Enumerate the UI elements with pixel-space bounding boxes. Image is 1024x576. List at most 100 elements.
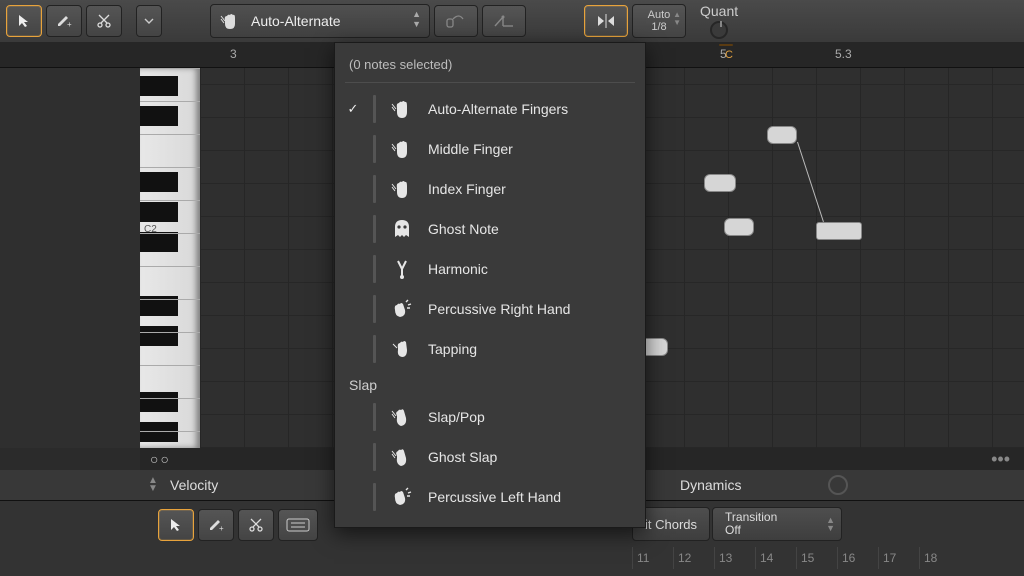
articulation-menu: (0 notes selected) ✓ Auto-Alternate Finge…: [334, 42, 646, 528]
menu-item[interactable]: Percussive Right Hand: [335, 289, 645, 329]
quantize-knob[interactable]: [710, 21, 728, 39]
clap-icon: [388, 295, 416, 323]
hand-icon: [388, 175, 416, 203]
midi-note[interactable]: [724, 218, 754, 236]
category-stripe: [373, 443, 376, 471]
category-stripe: [373, 95, 376, 123]
menu-item-label: Tapping: [428, 341, 631, 357]
chevron-updown-icon: ▲▼: [412, 9, 421, 29]
dynamics-knob[interactable]: [828, 475, 848, 495]
menu-item[interactable]: Tapping: [335, 329, 645, 369]
pointer-tool-button[interactable]: [6, 5, 42, 37]
piano-keys[interactable]: [140, 68, 200, 448]
more-icon[interactable]: •••: [991, 449, 1010, 470]
toolbar-expand-button[interactable]: [136, 5, 162, 37]
zoom-indicator[interactable]: ○○: [150, 451, 171, 467]
transition-value: Off: [725, 524, 829, 537]
menu-item[interactable]: Harmonic: [335, 249, 645, 289]
loop-marker[interactable]: C: [719, 44, 733, 46]
lane-collapse-toggle[interactable]: ▲▼: [148, 477, 158, 493]
ruler-tick: 5.3: [835, 47, 852, 61]
svg-text:+: +: [219, 524, 224, 533]
menu-item-label: Slap/Pop: [428, 409, 631, 425]
menu-item-label: Auto-Alternate Fingers: [428, 101, 631, 117]
quantize-control[interactable]: Quant: [700, 3, 738, 39]
menu-item[interactable]: Percussive Left Hand: [335, 477, 645, 517]
hand-icon: [388, 135, 416, 163]
hand-icon: [219, 10, 241, 32]
clap-icon: [388, 483, 416, 511]
scissors-tool-button-lower[interactable]: [238, 509, 274, 541]
note-tool-a[interactable]: [434, 5, 478, 37]
menu-item-label: Middle Finger: [428, 141, 631, 157]
category-stripe: [373, 135, 376, 163]
menu-item[interactable]: Middle Finger: [335, 129, 645, 169]
menu-item-label: Index Finger: [428, 181, 631, 197]
tick: 15: [796, 547, 837, 569]
snap-toggle-button[interactable]: [584, 5, 628, 37]
ghost-icon: [388, 215, 416, 243]
chevron-updown-icon: ▲▼: [826, 516, 835, 532]
midi-note[interactable]: [704, 174, 736, 192]
pointer-tool-button-lower[interactable]: [158, 509, 194, 541]
bottom-ruler: 11 12 13 14 15 16 17 18: [632, 547, 984, 569]
loop-marker-label: C: [725, 49, 733, 61]
key-label-c2: C2: [144, 224, 157, 235]
articulation-dropdown-label: Auto-Alternate: [251, 13, 341, 29]
ruler-tick: 3: [230, 47, 237, 61]
tick: 16: [837, 547, 878, 569]
menu-item-label: Percussive Left Hand: [428, 489, 631, 505]
menu-item[interactable]: Index Finger: [335, 169, 645, 209]
note-connector: [797, 142, 824, 222]
menu-section-slap: Slap: [335, 369, 645, 397]
keyboard-tool-button[interactable]: [278, 509, 318, 541]
menu-item-label: Ghost Note: [428, 221, 631, 237]
menu-item[interactable]: Slap/Pop: [335, 397, 645, 437]
articulation-dropdown[interactable]: Auto-Alternate ▲▼: [210, 4, 430, 38]
chevron-updown-icon: ▲▼: [673, 11, 681, 27]
slap-icon: [388, 403, 416, 431]
check-icon: ✓: [345, 101, 361, 117]
fork-icon: [388, 255, 416, 283]
category-stripe: [373, 483, 376, 511]
menu-item-label: Percussive Right Hand: [428, 301, 631, 317]
menu-item-label: Harmonic: [428, 261, 631, 277]
slap-icon: [388, 443, 416, 471]
menu-item[interactable]: Ghost Note: [335, 209, 645, 249]
menu-divider: [345, 82, 635, 83]
hand-icon: [388, 95, 416, 123]
pencil-tool-button[interactable]: +: [46, 5, 82, 37]
category-stripe: [373, 295, 376, 323]
category-stripe: [373, 255, 376, 283]
category-stripe: [373, 175, 376, 203]
menu-item[interactable]: Ghost Slap: [335, 437, 645, 477]
transition-selector[interactable]: Transition Off ▲▼: [712, 507, 842, 541]
svg-text:+: +: [67, 20, 72, 29]
menu-item-label: Ghost Slap: [428, 449, 631, 465]
velocity-lane-label[interactable]: Velocity: [170, 477, 218, 493]
tick: 17: [878, 547, 919, 569]
note-tool-b[interactable]: [482, 5, 526, 37]
quantize-label: Quant: [700, 3, 738, 19]
category-stripe: [373, 215, 376, 243]
ruler-gutter: [0, 42, 200, 68]
midi-note[interactable]: [767, 126, 797, 144]
category-stripe: [373, 335, 376, 363]
tick: 13: [714, 547, 755, 569]
midi-note[interactable]: [816, 222, 862, 240]
scissors-tool-button[interactable]: [86, 5, 122, 37]
tick: 12: [673, 547, 714, 569]
chords-tab-label: it Chords: [645, 517, 697, 532]
menu-header: (0 notes selected): [335, 53, 645, 82]
snap-mode-label: Auto: [648, 9, 671, 21]
top-toolbar: + Auto-Alternate ▲▼ Auto 1/8 ▲▼ Quant: [0, 0, 1024, 42]
category-stripe: [373, 403, 376, 431]
tick: 14: [755, 547, 796, 569]
dynamics-lane-label[interactable]: Dynamics: [680, 477, 741, 493]
menu-item[interactable]: ✓ Auto-Alternate Fingers: [335, 89, 645, 129]
tick: 18: [919, 547, 960, 569]
tap-icon: [388, 335, 416, 363]
snap-value-selector[interactable]: Auto 1/8 ▲▼: [632, 4, 686, 38]
pencil-tool-button-lower[interactable]: +: [198, 509, 234, 541]
tick: 11: [632, 547, 673, 569]
